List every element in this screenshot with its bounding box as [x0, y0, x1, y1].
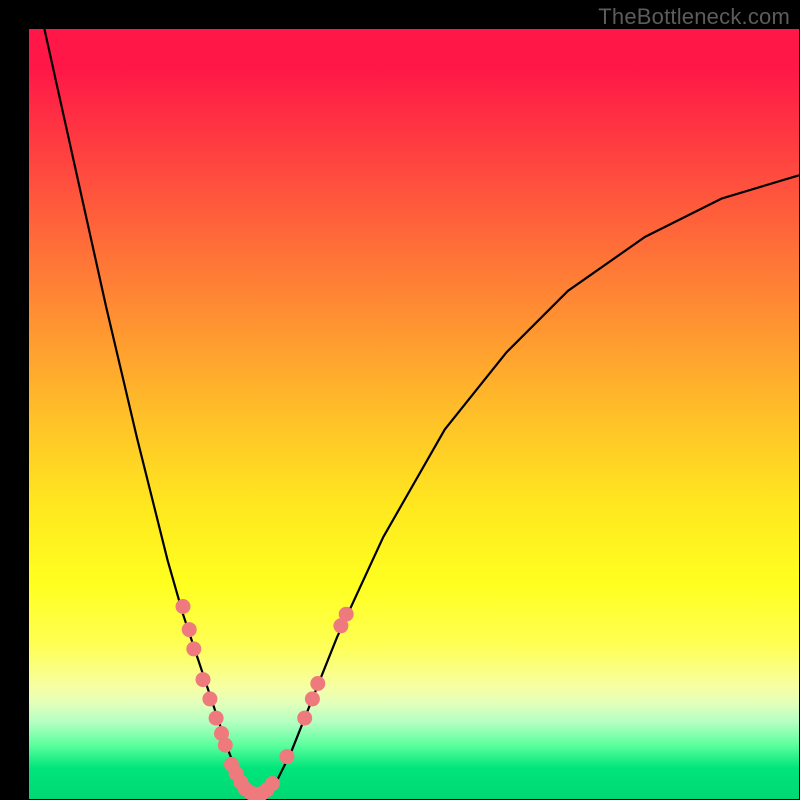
point-right-cluster-2 — [297, 711, 312, 726]
plot-area — [29, 29, 799, 799]
point-left-cluster-3 — [186, 641, 201, 656]
point-left-cluster-4 — [196, 672, 211, 687]
chart-svg — [29, 29, 799, 799]
bottleneck-curve — [44, 29, 799, 795]
point-right-outlier-2 — [339, 607, 354, 622]
point-left-cluster-8 — [218, 738, 233, 753]
point-left-cluster-2 — [182, 622, 197, 637]
watermark-text: TheBottleneck.com — [598, 4, 790, 30]
data-points — [176, 599, 354, 800]
point-left-cluster-1 — [176, 599, 191, 614]
point-left-cluster-5 — [202, 691, 217, 706]
point-left-cluster-6 — [209, 711, 224, 726]
point-right-cluster-3 — [305, 691, 320, 706]
point-bottom-9 — [265, 776, 280, 791]
point-right-cluster-1 — [279, 749, 294, 764]
point-right-cluster-4 — [310, 676, 325, 691]
chart-frame: TheBottleneck.com — [0, 0, 800, 800]
